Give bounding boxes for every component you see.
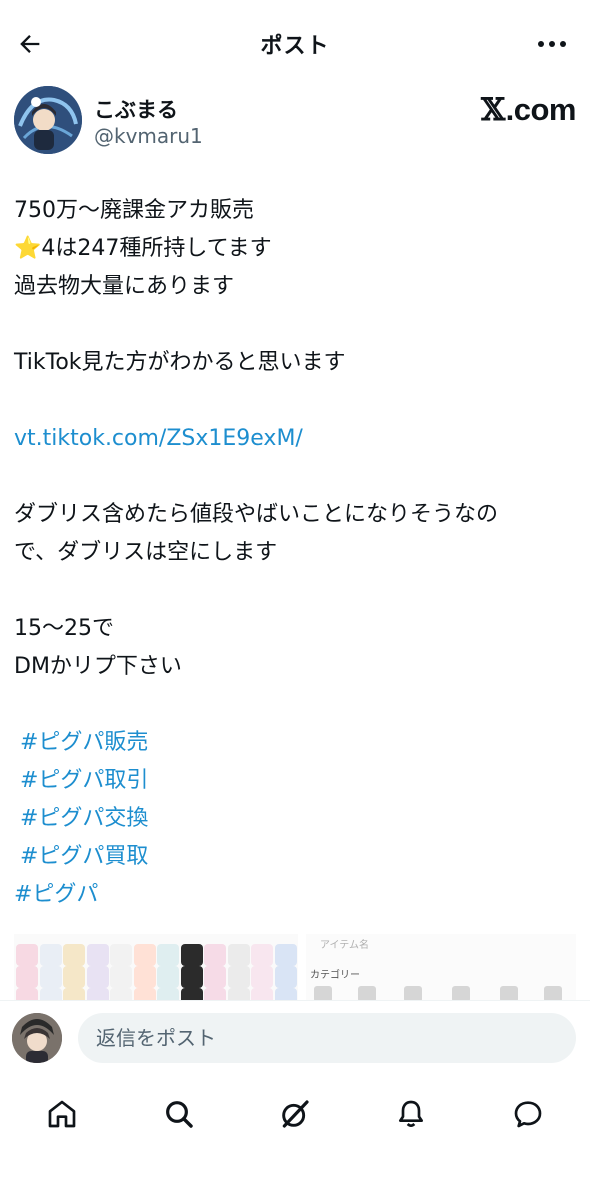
media-image-categories[interactable]: アイテム名 カテゴリー — [306, 934, 576, 1000]
item-thumbnail — [39, 988, 62, 1000]
item-thumbnail — [133, 944, 156, 966]
x-logo-icon: 𝕏 — [481, 92, 505, 128]
item-thumbnail — [274, 988, 297, 1000]
media-image-items[interactable] — [14, 934, 298, 1000]
item-thumbnail — [227, 988, 250, 1000]
item-thumbnail — [251, 988, 273, 1000]
more-icon — [538, 41, 566, 47]
item-thumbnail — [274, 966, 297, 988]
post-line-text: 4は247種所持してます — [41, 236, 272, 261]
item-thumbnail — [39, 966, 62, 988]
post-text: 750万〜廃課金アカ販売 ⭐4は247種所持してます 過去物大量にあります Ti… — [14, 192, 574, 914]
hashtag-link[interactable]: #ピグパ交換 — [14, 800, 574, 838]
item-thumbnail — [204, 988, 226, 1000]
item-thumbnail — [110, 944, 132, 966]
user-avatar[interactable] — [12, 1013, 62, 1063]
item-thumbnail — [227, 966, 250, 988]
item-thumbnail — [133, 966, 156, 988]
category-icon — [358, 986, 376, 1000]
author-name[interactable]: こぶまる — [94, 94, 178, 124]
post-line: 15〜25で — [14, 616, 114, 641]
tiktok-link[interactable]: vt.tiktok.com/ZSx1E9exM/ — [14, 420, 574, 458]
reply-input[interactable]: 返信をポスト — [78, 1013, 576, 1063]
item-thumbnail — [86, 988, 109, 1000]
author-handle[interactable]: @kvmaru1 — [94, 124, 203, 148]
item-search-label: アイテム名 — [320, 940, 369, 951]
item-thumbnail — [63, 988, 85, 1000]
post-line: DMかリプ下さい — [14, 654, 182, 679]
item-thumbnail — [110, 988, 132, 1000]
item-thumbnail — [16, 966, 38, 988]
item-thumbnail — [63, 966, 85, 988]
notifications-icon — [399, 1100, 424, 1127]
tab-grok[interactable] — [265, 1084, 325, 1144]
post-line: TikTok見た方がわかると思います — [14, 350, 346, 375]
post-line: ⭐4は247種所持してます — [14, 230, 574, 268]
item-thumbnail — [86, 966, 109, 988]
hashtag-link[interactable]: #ピグパ買取 — [14, 838, 574, 876]
messages-icon — [514, 1101, 542, 1128]
hashtag-link[interactable]: #ピグパ — [14, 876, 574, 914]
item-thumbnail — [251, 944, 273, 966]
category-icon — [404, 986, 422, 1000]
post-media[interactable]: アイテム名 カテゴリー — [14, 934, 576, 1000]
post-line: ダブリス含めたら値段やばいことになりそうなの — [14, 502, 499, 527]
item-thumbnail — [274, 944, 297, 966]
item-thumbnail — [110, 966, 132, 988]
page-title: ポスト — [260, 34, 330, 59]
category-label: カテゴリー — [310, 970, 360, 981]
category-icon — [500, 986, 518, 1000]
item-thumbnail — [180, 944, 203, 966]
category-icon — [452, 986, 470, 1000]
post-line: 過去物大量にあります — [14, 274, 235, 299]
item-thumbnail — [133, 988, 156, 1000]
top-bar: ポスト — [0, 0, 590, 88]
item-thumbnail — [204, 966, 226, 988]
item-thumbnail — [86, 944, 109, 966]
item-thumbnail — [180, 966, 203, 988]
item-thumbnail — [39, 944, 62, 966]
tab-notifications[interactable] — [381, 1084, 441, 1144]
author-avatar[interactable] — [14, 86, 82, 154]
home-icon — [48, 1100, 76, 1128]
item-thumbnail — [180, 988, 203, 1000]
item-thumbnail — [157, 944, 179, 966]
star-emoji-icon: ⭐ — [14, 236, 42, 261]
post-line: 750万〜廃課金アカ販売 — [14, 198, 254, 223]
home-indicator-area — [0, 1150, 590, 1200]
item-thumbnail — [157, 966, 179, 988]
search-icon — [165, 1101, 193, 1128]
item-thumbnail — [16, 944, 38, 966]
tab-search[interactable] — [149, 1084, 209, 1144]
more-options-button[interactable] — [534, 26, 570, 62]
hashtag-link[interactable]: #ピグパ販売 — [14, 724, 574, 762]
category-icon — [314, 986, 332, 1000]
item-thumbnail — [157, 988, 179, 1000]
category-icon — [544, 986, 562, 1000]
item-thumbnail — [63, 944, 85, 966]
item-thumbnail — [227, 944, 250, 966]
item-thumbnail — [16, 988, 38, 1000]
hashtag-link[interactable]: #ピグパ取引 — [14, 762, 574, 800]
bottom-tab-bar — [0, 1078, 590, 1150]
item-thumbnail — [204, 944, 226, 966]
post-author: こぶまる @kvmaru1 𝕏.com — [14, 86, 584, 160]
source-domain: .com — [505, 92, 577, 127]
grok-icon — [282, 1100, 309, 1128]
tab-home[interactable] — [32, 1084, 92, 1144]
reply-bar: 返信をポスト — [0, 1001, 590, 1077]
tab-messages[interactable] — [498, 1084, 558, 1144]
source-logo: 𝕏.com — [481, 92, 576, 128]
post-line: で、ダブリスは空にします — [14, 540, 278, 565]
item-thumbnail — [251, 966, 273, 988]
